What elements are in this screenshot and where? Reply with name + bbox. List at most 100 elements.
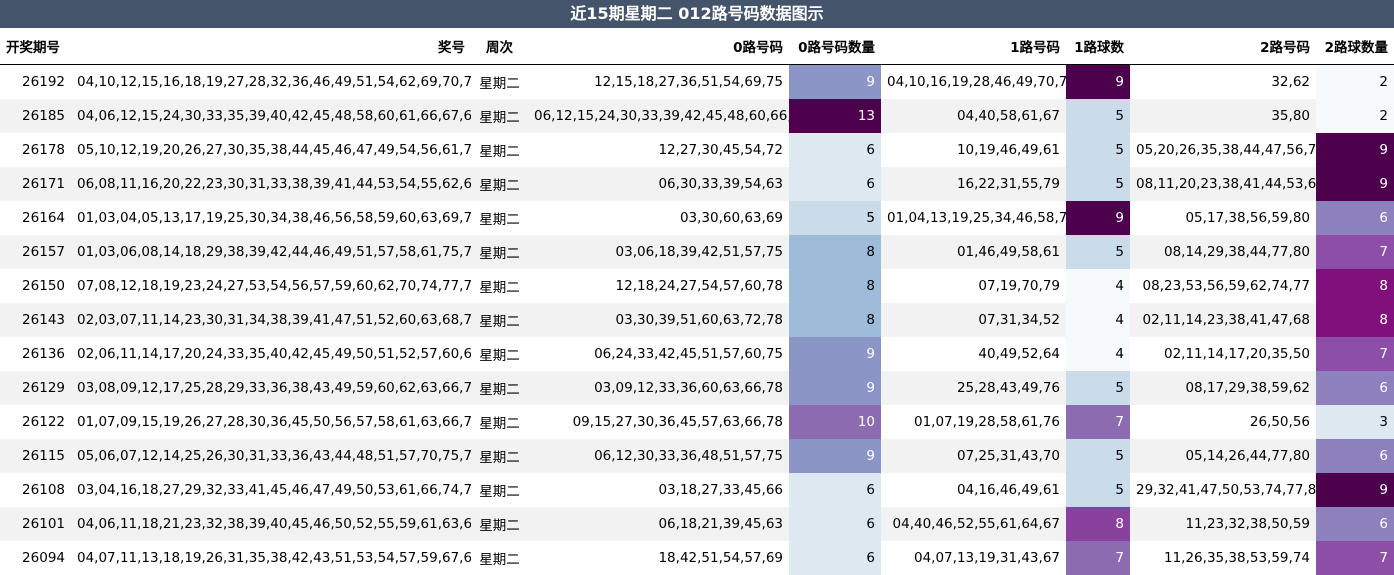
cell-numbers: 02,03,07,11,14,23,30,31,34,38,39,41,47,5… [71,303,471,337]
cell-route0-count: 8 [789,235,881,269]
cell-route0-numbers: 06,12,30,33,36,48,51,57,75 [528,439,789,473]
cell-period: 26136 [0,337,71,371]
cell-numbers: 03,04,16,18,27,29,32,33,41,45,46,47,49,5… [71,473,471,507]
cell-route2-numbers: 02,11,14,17,20,35,50 [1130,337,1316,371]
cell-numbers: 04,07,11,13,18,19,26,31,35,38,42,43,51,5… [71,541,471,575]
cell-numbers: 01,07,09,15,19,26,27,28,30,36,45,50,56,5… [71,405,471,439]
cell-period: 26143 [0,303,71,337]
cell-period: 26164 [0,201,71,235]
header-weekday[interactable]: 周次 [471,28,528,65]
cell-route1-numbers: 01,07,19,28,58,61,76 [881,405,1066,439]
cell-route0-count: 5 [789,201,881,235]
table-row: 2610803,04,16,18,27,29,32,33,41,45,46,47… [0,473,1394,507]
table-row: 2619204,10,12,15,16,18,19,27,28,32,36,46… [0,65,1394,100]
cell-route0-numbers: 06,30,33,39,54,63 [528,167,789,201]
cell-weekday: 星期二 [471,65,528,100]
cell-route2-numbers: 11,23,32,38,50,59 [1130,507,1316,541]
cell-route0-count: 9 [789,371,881,405]
cell-numbers: 03,08,09,12,17,25,28,29,33,36,38,43,49,5… [71,371,471,405]
cell-route2-numbers: 11,26,35,38,53,59,74 [1130,541,1316,575]
cell-weekday: 星期二 [471,541,528,575]
cell-weekday: 星期二 [471,133,528,167]
cell-route0-count: 6 [789,473,881,507]
cell-route1-count: 5 [1066,439,1130,473]
cell-route2-numbers: 08,11,20,23,38,41,44,53,62 [1130,167,1316,201]
table-row: 2616401,03,04,05,13,17,19,25,30,34,38,46… [0,201,1394,235]
cell-weekday: 星期二 [471,303,528,337]
table-row: 2615701,03,06,08,14,18,29,38,39,42,44,46… [0,235,1394,269]
table-row: 2618504,06,12,15,24,30,33,35,39,40,42,45… [0,99,1394,133]
cell-route2-numbers: 32,62 [1130,65,1316,100]
cell-period: 26115 [0,439,71,473]
cell-route2-count: 6 [1316,201,1394,235]
table-row: 2617805,10,12,19,20,26,27,30,35,38,44,45… [0,133,1394,167]
table-row: 2612903,08,09,12,17,25,28,29,33,36,38,43… [0,371,1394,405]
header-row: 开奖期号 奖号 周次 0路号码 0路号码数量 1路号码 1路球数 2路号码 2路… [0,28,1394,65]
cell-route1-numbers: 04,16,46,49,61 [881,473,1066,507]
cell-route1-numbers: 07,25,31,43,70 [881,439,1066,473]
cell-route1-count: 5 [1066,133,1130,167]
header-route2-numbers[interactable]: 2路号码 [1130,28,1316,65]
cell-route2-numbers: 05,20,26,35,38,44,47,56,77 [1130,133,1316,167]
cell-route0-count: 6 [789,167,881,201]
cell-route1-numbers: 07,19,70,79 [881,269,1066,303]
cell-route0-numbers: 03,18,27,33,45,66 [528,473,789,507]
cell-period: 26157 [0,235,71,269]
cell-route2-count: 3 [1316,405,1394,439]
cell-route2-count: 8 [1316,303,1394,337]
table-row: 2615007,08,12,18,19,23,24,27,53,54,56,57… [0,269,1394,303]
header-route2-count[interactable]: 2路球数量 [1316,28,1394,65]
cell-route2-numbers: 08,14,29,38,44,77,80 [1130,235,1316,269]
cell-route2-numbers: 05,14,26,44,77,80 [1130,439,1316,473]
cell-route2-numbers: 08,17,29,38,59,62 [1130,371,1316,405]
cell-weekday: 星期二 [471,473,528,507]
header-route1-numbers[interactable]: 1路号码 [881,28,1066,65]
cell-route2-count: 7 [1316,235,1394,269]
cell-route1-count: 7 [1066,405,1130,439]
cell-route2-count: 9 [1316,473,1394,507]
page-title: 近15期星期二 012路号码数据图示 [0,0,1394,28]
header-route0-count[interactable]: 0路号码数量 [789,28,881,65]
cell-route0-numbers: 03,09,12,33,36,60,63,66,78 [528,371,789,405]
cell-weekday: 星期二 [471,201,528,235]
cell-route0-numbers: 06,24,33,42,45,51,57,60,75 [528,337,789,371]
cell-weekday: 星期二 [471,235,528,269]
cell-route0-numbers: 09,15,27,30,36,45,57,63,66,78 [528,405,789,439]
cell-route1-count: 5 [1066,235,1130,269]
table-row: 2614302,03,07,11,14,23,30,31,34,38,39,41… [0,303,1394,337]
cell-weekday: 星期二 [471,99,528,133]
cell-numbers: 01,03,04,05,13,17,19,25,30,34,38,46,56,5… [71,201,471,235]
cell-route0-count: 8 [789,269,881,303]
cell-route2-numbers: 02,11,14,23,38,41,47,68 [1130,303,1316,337]
cell-route2-count: 9 [1316,167,1394,201]
header-numbers[interactable]: 奖号 [71,28,471,65]
cell-route1-count: 9 [1066,65,1130,100]
header-route1-count[interactable]: 1路球数 [1066,28,1130,65]
cell-route0-numbers: 12,15,18,27,36,51,54,69,75 [528,65,789,100]
cell-route0-numbers: 06,18,21,39,45,63 [528,507,789,541]
cell-route2-count: 6 [1316,507,1394,541]
cell-route1-count: 5 [1066,371,1130,405]
cell-route1-numbers: 25,28,43,49,76 [881,371,1066,405]
cell-route1-count: 5 [1066,99,1130,133]
cell-route0-count: 6 [789,507,881,541]
cell-period: 26178 [0,133,71,167]
cell-route0-numbers: 03,06,18,39,42,51,57,75 [528,235,789,269]
cell-route1-count: 9 [1066,201,1130,235]
cell-route1-numbers: 04,07,13,19,31,43,67 [881,541,1066,575]
header-route0-numbers[interactable]: 0路号码 [528,28,789,65]
table-row: 2611505,06,07,12,14,25,26,30,31,33,36,43… [0,439,1394,473]
cell-period: 26185 [0,99,71,133]
cell-route0-numbers: 18,42,51,54,57,69 [528,541,789,575]
cell-route1-count: 4 [1066,337,1130,371]
cell-route2-count: 7 [1316,541,1394,575]
cell-route2-numbers: 26,50,56 [1130,405,1316,439]
cell-period: 26150 [0,269,71,303]
cell-weekday: 星期二 [471,507,528,541]
cell-route2-count: 2 [1316,99,1394,133]
cell-route0-count: 9 [789,337,881,371]
table-row: 2609404,07,11,13,18,19,26,31,35,38,42,43… [0,541,1394,575]
header-period[interactable]: 开奖期号 [0,28,71,65]
cell-weekday: 星期二 [471,405,528,439]
cell-period: 26122 [0,405,71,439]
